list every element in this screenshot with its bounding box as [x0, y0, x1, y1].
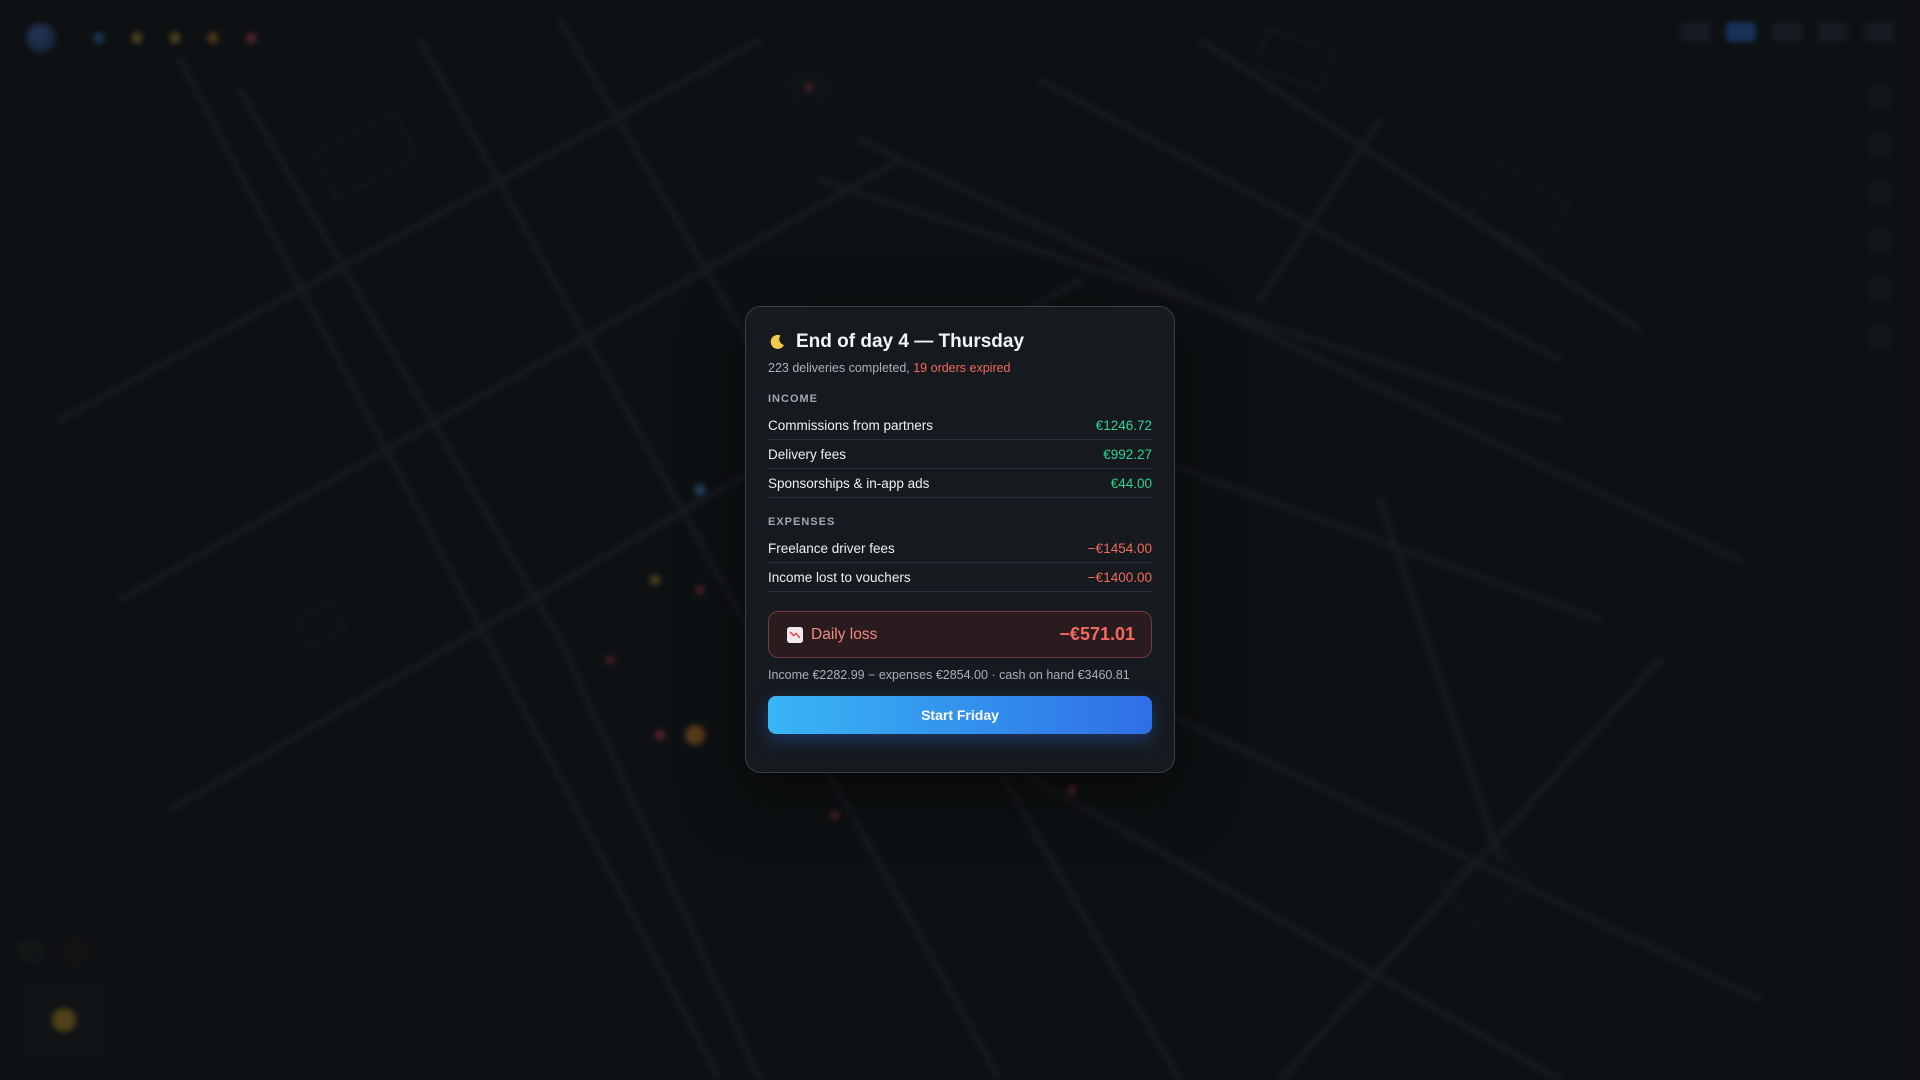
expense-amount: −€1454.00 — [1087, 540, 1152, 556]
end-of-day-modal: End of day 4 — Thursday 223 deliveries c… — [745, 306, 1175, 773]
income-label: Sponsorships & in-app ads — [768, 475, 930, 491]
modal-subtitle: 223 deliveries completed, 19 orders expi… — [768, 361, 1152, 375]
chart-down-icon — [787, 626, 803, 643]
daily-result-label: Daily loss — [811, 625, 878, 643]
moon-icon — [768, 333, 786, 351]
start-next-day-button[interactable]: Start Friday — [768, 696, 1152, 734]
income-amount: €1246.72 — [1095, 417, 1152, 433]
expense-label: Income lost to vouchers — [768, 569, 911, 585]
expense-amount: −€1400.00 — [1087, 569, 1152, 585]
income-row: Delivery fees €992.27 — [768, 440, 1152, 469]
expense-row: Income lost to vouchers −€1400.00 — [768, 563, 1152, 592]
expenses-heading: EXPENSES — [768, 516, 836, 528]
daily-result-box: Daily loss −€571.01 — [768, 611, 1152, 658]
expense-label: Freelance driver fees — [768, 540, 895, 556]
orders-expired: 19 orders expired — [913, 361, 1011, 375]
modal-title: End of day 4 — Thursday — [796, 331, 1025, 352]
income-label: Delivery fees — [768, 446, 847, 462]
daily-summary: Income €2282.99 − expenses €2854.00 · ca… — [768, 668, 1130, 682]
expense-row: Freelance driver fees −€1454.00 — [768, 534, 1152, 563]
income-row: Commissions from partners €1246.72 — [768, 411, 1152, 440]
daily-result-label-group: Daily loss — [787, 626, 877, 644]
deliveries-completed: 223 deliveries completed, — [768, 361, 914, 375]
income-row: Sponsorships & in-app ads €44.00 — [768, 469, 1152, 498]
income-label: Commissions from partners — [768, 417, 934, 433]
income-amount: €992.27 — [1103, 446, 1152, 462]
income-amount: €44.00 — [1110, 475, 1152, 491]
daily-result-amount: −€571.01 — [1059, 624, 1135, 644]
income-heading: INCOME — [768, 393, 818, 405]
modal-title-row: End of day 4 — Thursday — [768, 329, 1152, 355]
